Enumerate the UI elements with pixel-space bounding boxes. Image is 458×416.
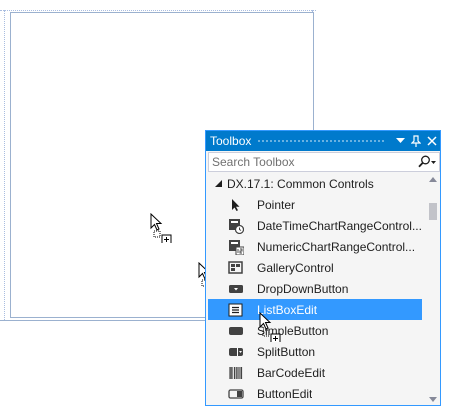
snap-guide-top bbox=[0, 10, 316, 11]
toolbox-title: Toolbox bbox=[210, 134, 252, 148]
expand-arrow-icon[interactable] bbox=[206, 179, 224, 189]
dropdown-button-icon bbox=[226, 281, 246, 297]
toolbox-item-label: Pointer bbox=[257, 197, 296, 212]
toolbox-item-label: NumericChartRangeControl... bbox=[257, 239, 416, 254]
toolbox-item-label: DateTimeChartRangeControl... bbox=[257, 218, 422, 233]
dropdown-triangle-icon[interactable] bbox=[392, 132, 408, 150]
split-button-icon bbox=[226, 344, 246, 360]
pointer-icon bbox=[226, 197, 246, 213]
barcode-icon bbox=[226, 365, 246, 381]
toolbox-item-listboxedit[interactable]: ListBoxEdit bbox=[208, 299, 422, 320]
toolbox-item-label: GalleryControl bbox=[257, 260, 334, 275]
toolbox-item-pointer[interactable]: Pointer bbox=[208, 194, 422, 215]
toolbox-item-label: ButtonEdit bbox=[257, 386, 313, 401]
toolbox-item-numericchartrangecontrol[interactable]: NumericChartRangeControl... bbox=[208, 236, 422, 257]
toolbox-item-splitbutton[interactable]: SplitButton bbox=[208, 341, 422, 362]
numeric-chart-range-icon bbox=[226, 239, 246, 255]
toolbox-item-label: SplitButton bbox=[257, 344, 316, 359]
toolbox-item-list: DX.17.1: Common Controls Pointer DateTim… bbox=[206, 174, 426, 404]
drag-copy-cursor-icon bbox=[259, 312, 281, 342]
toolbox-item-dropdownbutton[interactable]: DropDownButton bbox=[208, 278, 422, 299]
toolbox-group-header[interactable]: DX.17.1: Common Controls bbox=[206, 174, 426, 194]
toolbox-item-label: BarCodeEdit bbox=[257, 365, 326, 380]
simple-button-icon bbox=[226, 323, 246, 339]
button-edit-icon bbox=[226, 386, 246, 402]
toolbox-item-datetimechartrangecontrol[interactable]: DateTimeChartRangeControl... bbox=[208, 215, 422, 236]
scrollbar-thumb[interactable] bbox=[429, 203, 437, 220]
toolbox-title-bar[interactable]: Toolbox bbox=[206, 131, 440, 151]
pin-icon[interactable] bbox=[408, 132, 424, 150]
search-input[interactable] bbox=[209, 153, 415, 171]
gallery-icon bbox=[226, 260, 246, 276]
drag-copy-cursor-icon bbox=[150, 213, 172, 243]
toolbox-scrollbar[interactable] bbox=[426, 174, 440, 405]
toolbox-item-label: ListBoxEdit bbox=[257, 302, 318, 317]
toolbox-item-simplebutton[interactable]: SimpleButton bbox=[208, 320, 422, 341]
scroll-up-arrow-icon[interactable] bbox=[429, 177, 437, 182]
listbox-icon bbox=[226, 302, 246, 318]
toolbox-group-label: DX.17.1: Common Controls bbox=[227, 177, 374, 191]
scroll-down-arrow-icon[interactable] bbox=[429, 397, 437, 402]
title-bar-grip[interactable] bbox=[257, 138, 386, 144]
toolbox-item-gallerycontrol[interactable]: GalleryControl bbox=[208, 257, 422, 278]
toolbox-search bbox=[208, 152, 440, 172]
toolbox-item-barcodeedit[interactable]: BarCodeEdit bbox=[208, 362, 422, 383]
toolbox-item-label: DropDownButton bbox=[257, 281, 349, 296]
datetime-chart-range-icon bbox=[226, 218, 246, 234]
toolbox-window: Toolbox DX.17.1: Common Controls bbox=[205, 130, 441, 406]
search-icon[interactable] bbox=[415, 153, 439, 171]
close-icon[interactable] bbox=[424, 132, 440, 150]
snap-guide-left bbox=[4, 10, 5, 320]
toolbox-item-buttonedit[interactable]: ButtonEdit bbox=[208, 383, 422, 404]
